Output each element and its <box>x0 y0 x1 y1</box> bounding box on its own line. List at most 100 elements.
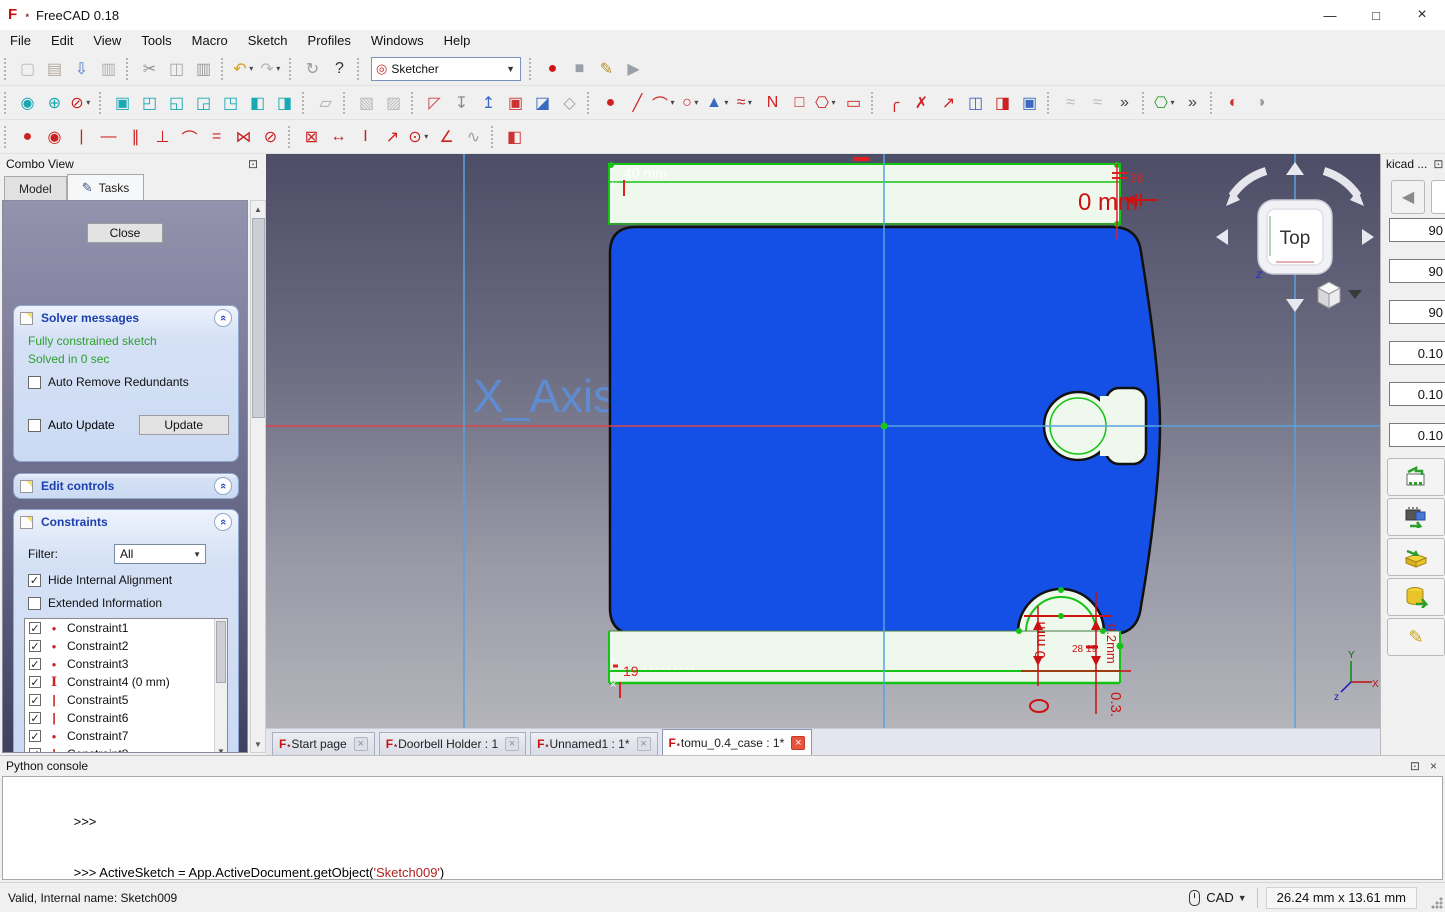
part-refine-icon[interactable]: ▨ <box>380 89 407 116</box>
menu-item[interactable]: Sketch <box>238 30 298 52</box>
constraint-row[interactable]: | Constraint6 <box>25 709 227 727</box>
toolbar-handle[interactable] <box>4 126 11 148</box>
scroll-up-icon[interactable]: ▲ <box>251 201 265 217</box>
kicad-value-field[interactable]: 90 <box>1389 218 1445 242</box>
constrain-equal-icon[interactable]: = <box>203 123 230 150</box>
create-conic-icon[interactable]: ▲▾ <box>705 89 732 116</box>
macro-play-icon[interactable]: ▶ <box>620 55 647 82</box>
toolbar-handle[interactable] <box>289 58 296 80</box>
kicad-value-field[interactable]: 90 <box>1389 259 1445 283</box>
hide-internal-alignment-checkbox[interactable] <box>28 574 41 587</box>
open-file-icon[interactable]: ▤ <box>41 55 68 82</box>
dropdown-caret-icon[interactable]: ▾ <box>829 98 838 107</box>
tab-model[interactable]: Model <box>4 176 67 200</box>
collapse-chevron-icon[interactable]: « <box>214 309 232 327</box>
constraint-checkbox[interactable] <box>29 676 41 688</box>
undo-icon[interactable]: ↶▾ <box>231 55 258 82</box>
view-bottom-icon[interactable]: ◧ <box>244 89 271 116</box>
constrain-angle-icon[interactable]: ∠ <box>433 123 460 150</box>
toolbar-handle[interactable] <box>1142 92 1149 114</box>
toolbar-handle[interactable] <box>288 126 295 148</box>
menu-item[interactable]: File <box>0 30 41 52</box>
sketch-origin-point[interactable] <box>881 423 888 430</box>
trim-edge-icon[interactable]: ✗ <box>908 89 935 116</box>
create-polygon-icon[interactable]: ⎔▾ <box>813 89 840 116</box>
constraint-row[interactable]: | Constraint5 <box>25 691 227 709</box>
constrain-perpendicular-icon[interactable]: ⊥ <box>149 123 176 150</box>
constraint-row[interactable]: | Constraint8 <box>25 745 227 753</box>
leave-sketch-icon[interactable]: ↧ <box>448 89 475 116</box>
macro-edit-icon[interactable]: ✎ <box>593 55 620 82</box>
constraint-row[interactable]: ● Constraint2 <box>25 637 227 655</box>
scroll-down-icon[interactable]: ▼ <box>215 747 227 753</box>
auto-update-checkbox[interactable] <box>28 419 41 432</box>
kicad-value-field[interactable]: 0.10 <box>1389 382 1445 406</box>
toolbar-handle[interactable] <box>4 92 11 114</box>
toolbar-handle[interactable] <box>529 58 536 80</box>
kicad-export-database-button[interactable] <box>1387 578 1445 616</box>
toolbar-handle[interactable] <box>302 92 309 114</box>
whats-this-icon[interactable]: ? <box>326 55 353 82</box>
constrain-radius-icon[interactable]: ⊙▾ <box>406 123 433 150</box>
tab-close-icon[interactable]: × <box>791 736 805 750</box>
constrain-coincident-icon[interactable]: ● <box>14 123 41 150</box>
document-tab[interactable]: F* tomu_0.4_case : 1* × <box>662 729 813 755</box>
constrain-distance-y-icon[interactable]: I <box>352 123 379 150</box>
kicad-value-field[interactable]: 90 <box>1389 300 1445 324</box>
constraint-checkbox[interactable] <box>29 694 41 706</box>
scrollbar-thumb[interactable] <box>216 621 226 683</box>
view-axonometric-icon[interactable]: ▣ <box>109 89 136 116</box>
combo-view-titlebar[interactable]: Combo View ⊡ <box>0 154 266 173</box>
save-icon[interactable]: ⇩ <box>68 55 95 82</box>
maximize-button[interactable]: □ <box>1353 0 1399 30</box>
view-rear-icon[interactable]: ◳ <box>217 89 244 116</box>
menu-item[interactable]: Help <box>434 30 481 52</box>
constraint-checkbox[interactable] <box>29 640 41 652</box>
collapse-chevron-icon[interactable]: « <box>214 477 232 495</box>
copy-icon[interactable]: ◫ <box>163 55 190 82</box>
macro-record-icon[interactable]: ● <box>539 55 566 82</box>
kicad-back-button[interactable]: ◀ <box>1391 180 1425 214</box>
task-close-button[interactable]: Close <box>87 223 163 243</box>
sketch-canvas[interactable]: X_Axis <box>266 154 1380 728</box>
kicad-blank-button[interactable] <box>1431 180 1445 214</box>
kicad-edit-button[interactable]: ✎ <box>1387 618 1445 656</box>
document-tab[interactable]: F* Start page × <box>272 732 375 755</box>
fit-all-icon[interactable]: ◉ <box>14 89 41 116</box>
macro-stop-icon[interactable]: ■ <box>566 55 593 82</box>
dropdown-caret-icon[interactable]: ▾ <box>692 98 701 107</box>
dropdown-caret-icon[interactable]: ▾ <box>1168 98 1177 107</box>
constraints-scrollbar[interactable]: ▼ <box>214 619 227 753</box>
dropdown-caret-icon[interactable]: ▾ <box>668 98 677 107</box>
toggle-reference-icon[interactable]: ∿ <box>460 123 487 150</box>
constraint-row[interactable]: I Constraint4 (0 mm) <box>25 673 227 691</box>
create-circle-icon[interactable]: ○▾ <box>678 89 705 116</box>
constrain-parallel-icon[interactable]: ∥ <box>122 123 149 150</box>
scroll-down-icon[interactable]: ▼ <box>251 736 265 752</box>
toolbar-handle[interactable] <box>357 58 364 80</box>
redo-icon[interactable]: ↷▾ <box>258 55 285 82</box>
create-arc-icon[interactable]: ⌒▾ <box>651 89 678 116</box>
constrain-distance-icon[interactable]: ↗ <box>379 123 406 150</box>
tab-close-icon[interactable]: × <box>354 737 368 751</box>
overflow-icon[interactable]: » <box>1111 89 1138 116</box>
constrain-symmetric-icon[interactable]: ⋈ <box>230 123 257 150</box>
dropdown-caret-icon[interactable]: ▾ <box>84 98 93 107</box>
constrain-distance-x-icon[interactable]: ↔ <box>325 123 352 150</box>
kicad-export-module-button[interactable] <box>1387 498 1445 536</box>
virtual-space-icon[interactable]: ◐ <box>1220 89 1247 116</box>
menu-item[interactable]: Edit <box>41 30 83 52</box>
view-right-icon[interactable]: ◲ <box>190 89 217 116</box>
workbench-selector[interactable]: ◎ Sketcher ▼ <box>371 57 521 81</box>
map-sketch-icon[interactable]: ◪ <box>529 89 556 116</box>
create-point-icon[interactable]: ● <box>597 89 624 116</box>
toolbar-handle[interactable] <box>126 58 133 80</box>
toolbar-handle[interactable] <box>491 126 498 148</box>
overflow-icon[interactable]: » <box>1179 89 1206 116</box>
carbon-copy-icon[interactable]: ◨ <box>989 89 1016 116</box>
extend-edge-icon[interactable]: ↗ <box>935 89 962 116</box>
dropdown-caret-icon[interactable]: ▾ <box>422 132 431 141</box>
map-sketch-face-icon[interactable]: ◧ <box>501 123 528 150</box>
kicad-export-box-button[interactable] <box>1387 538 1445 576</box>
top-strip[interactable] <box>609 164 1120 224</box>
